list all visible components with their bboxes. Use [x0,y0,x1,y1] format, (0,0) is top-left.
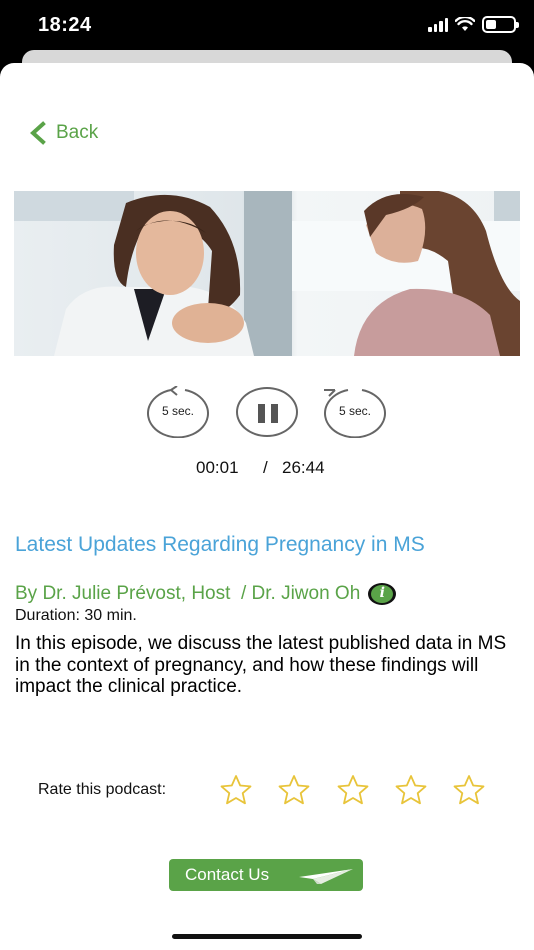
back-label: Back [56,122,99,143]
rewind-label: 5 sec. [161,404,194,418]
info-icon[interactable]: i [368,583,397,605]
status-bar: 18:24 [0,0,534,50]
rewind-5-button[interactable]: 5 sec. [147,385,209,439]
star-4-icon[interactable] [394,774,428,806]
battery-icon [482,16,519,33]
playback-controls: 5 sec. 5 sec. [0,385,534,440]
forward-label: 5 sec. [338,404,371,418]
episode-hosts-row: By Dr. Julie Prévost, Host / Dr. Jiwon O… [15,583,397,605]
episode-hosts: By Dr. Julie Prévost, Host / Dr. Jiwon O… [15,583,361,604]
forward-5-button[interactable]: 5 sec. [324,386,386,439]
rating-row: Rate this podcast: [0,772,534,808]
cellular-signal-icon [428,17,448,32]
wifi-icon [455,17,475,31]
contact-us-button[interactable]: Contact Us [169,859,363,891]
doctor-consultation-illustration [14,191,520,356]
episode-duration: Duration: 30 min. [15,607,137,624]
status-time: 18:24 [38,14,92,36]
star-5-icon[interactable] [452,774,486,806]
star-1-icon[interactable] [219,774,253,806]
episode-image [14,191,520,356]
episode-description: In this episode, we discuss the latest p… [15,633,507,697]
chevron-left-icon [30,121,46,145]
star-2-icon[interactable] [277,774,311,806]
total-time: 26:44 [282,458,325,477]
contact-us-label: Contact Us [185,865,270,884]
current-time: 00:01 [196,458,239,477]
pause-button[interactable] [236,387,298,437]
paper-plane-icon [299,869,353,884]
star-3-icon[interactable] [336,774,370,806]
home-indicator [172,934,362,939]
episode-title: Latest Updates Regarding Pregnancy in MS [15,533,425,556]
back-button[interactable]: Back [28,121,98,145]
time-separator: / [263,458,268,477]
status-icons [428,16,519,33]
rating-label: Rate this podcast: [38,781,167,798]
